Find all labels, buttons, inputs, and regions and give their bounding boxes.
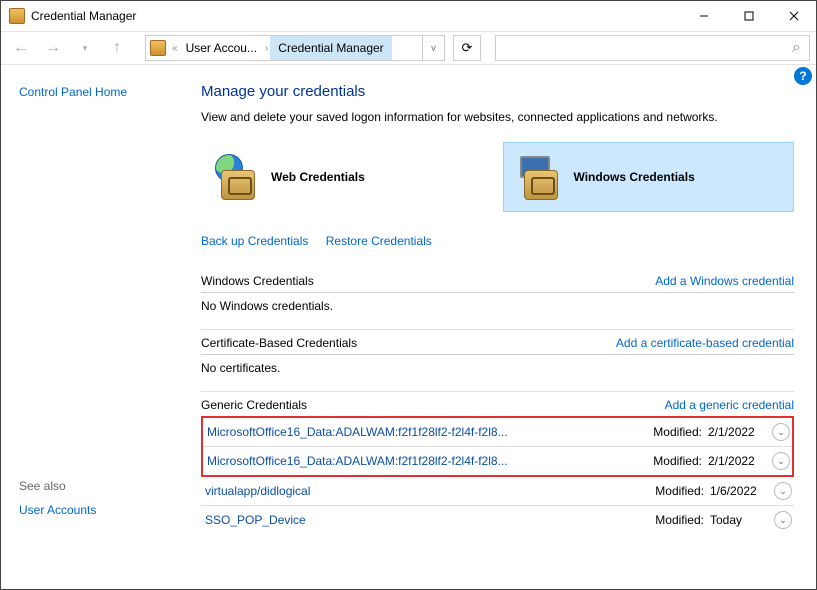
credential-row[interactable]: MicrosoftOffice16_Data:ADALWAM:f2f1f28lf… xyxy=(203,418,792,447)
modified-value: 2/1/2022 xyxy=(708,425,766,439)
generic-credentials-title: Generic Credentials xyxy=(201,398,307,412)
sidebar: Control Panel Home See also User Account… xyxy=(1,65,201,589)
add-cert-credential-link[interactable]: Add a certificate-based credential xyxy=(616,336,794,350)
main-content: ? Manage your credentials View and delet… xyxy=(201,65,816,589)
backup-credentials-link[interactable]: Back up Credentials xyxy=(201,234,308,248)
search-icon: ⌕ xyxy=(792,39,801,57)
modified-label: Modified: xyxy=(653,454,702,468)
cert-credentials-title: Certificate-Based Credentials xyxy=(201,336,357,350)
windows-credentials-icon xyxy=(518,154,564,200)
expand-icon[interactable]: ⌄ xyxy=(774,482,792,500)
modified-label: Modified: xyxy=(653,425,702,439)
web-credentials-icon xyxy=(215,154,261,200)
breadcrumb-current[interactable]: Credential Manager xyxy=(270,36,391,60)
credential-row[interactable]: SSO_POP_Device Modified: Today ⌄ xyxy=(201,506,794,534)
breadcrumb-overflow: « xyxy=(170,43,180,54)
minimize-button[interactable] xyxy=(681,2,726,31)
titlebar: Credential Manager xyxy=(1,1,816,31)
web-credentials-label: Web Credentials xyxy=(271,170,365,184)
app-window: Credential Manager ← → ▾ ↑ « User Accou.… xyxy=(0,0,817,590)
windows-credentials-title: Windows Credentials xyxy=(201,274,314,288)
modified-value: Today xyxy=(710,513,768,527)
credential-name: SSO_POP_Device xyxy=(205,513,655,527)
help-icon[interactable]: ? xyxy=(794,67,812,85)
page-heading: Manage your credentials xyxy=(201,83,794,100)
credential-name: MicrosoftOffice16_Data:ADALWAM:f2f1f28lf… xyxy=(207,454,653,468)
modified-label: Modified: xyxy=(655,513,704,527)
page-description: View and delete your saved logon informa… xyxy=(201,110,794,124)
location-icon xyxy=(150,40,166,56)
credential-row[interactable]: MicrosoftOffice16_Data:ADALWAM:f2f1f28lf… xyxy=(203,447,792,475)
add-generic-credential-link[interactable]: Add a generic credential xyxy=(665,398,794,412)
window-controls xyxy=(681,2,816,31)
expand-icon[interactable]: ⌄ xyxy=(772,452,790,470)
search-input[interactable]: ⌕ xyxy=(495,35,810,61)
restore-credentials-link[interactable]: Restore Credentials xyxy=(326,234,432,248)
add-windows-credential-link[interactable]: Add a Windows credential xyxy=(655,274,794,288)
web-credentials-tile[interactable]: Web Credentials xyxy=(201,142,491,212)
windows-credentials-label: Windows Credentials xyxy=(574,170,695,184)
credential-name: MicrosoftOffice16_Data:ADALWAM:f2f1f28lf… xyxy=(207,425,653,439)
credential-type-tiles: Web Credentials Windows Credentials xyxy=(201,142,794,212)
maximize-button[interactable] xyxy=(726,2,771,31)
modified-label: Modified: xyxy=(655,484,704,498)
app-icon xyxy=(9,8,25,24)
window-title: Credential Manager xyxy=(31,9,681,23)
expand-icon[interactable]: ⌄ xyxy=(772,423,790,441)
up-button[interactable]: ↑ xyxy=(103,35,131,61)
modified-value: 1/6/2022 xyxy=(710,484,768,498)
sidebar-home-link[interactable]: Control Panel Home xyxy=(19,85,183,99)
navbar: ← → ▾ ↑ « User Accou... › Credential Man… xyxy=(1,31,816,65)
close-button[interactable] xyxy=(771,2,816,31)
windows-credentials-tile[interactable]: Windows Credentials xyxy=(503,142,795,212)
modified-value: 2/1/2022 xyxy=(708,454,766,468)
sidebar-user-accounts-link[interactable]: User Accounts xyxy=(19,503,183,517)
see-also-label: See also xyxy=(19,479,183,493)
expand-icon[interactable]: ⌄ xyxy=(774,511,792,529)
generic-credentials-section-head: Generic Credentials Add a generic creden… xyxy=(201,392,794,417)
action-links: Back up Credentials Restore Credentials xyxy=(201,234,794,248)
credential-row[interactable]: virtualapp/didlogical Modified: 1/6/2022… xyxy=(201,477,794,506)
credential-name: virtualapp/didlogical xyxy=(205,484,655,498)
back-button[interactable]: ← xyxy=(7,35,35,61)
windows-credentials-section-head: Windows Credentials Add a Windows creden… xyxy=(201,268,794,293)
cert-credentials-body: No certificates. xyxy=(201,355,794,392)
windows-credentials-body: No Windows credentials. xyxy=(201,293,794,330)
refresh-button[interactable]: ⟳ xyxy=(453,35,481,61)
address-history-button[interactable]: v xyxy=(422,36,444,60)
breadcrumb-prev[interactable]: User Accou... xyxy=(180,36,263,60)
highlighted-credentials: MicrosoftOffice16_Data:ADALWAM:f2f1f28lf… xyxy=(201,416,794,477)
forward-button[interactable]: → xyxy=(39,35,67,61)
chevron-right-icon: › xyxy=(263,43,270,54)
cert-credentials-section-head: Certificate-Based Credentials Add a cert… xyxy=(201,330,794,355)
body: Control Panel Home See also User Account… xyxy=(1,65,816,589)
address-bar[interactable]: « User Accou... › Credential Manager v xyxy=(145,35,445,61)
recent-locations-button[interactable]: ▾ xyxy=(71,35,99,61)
